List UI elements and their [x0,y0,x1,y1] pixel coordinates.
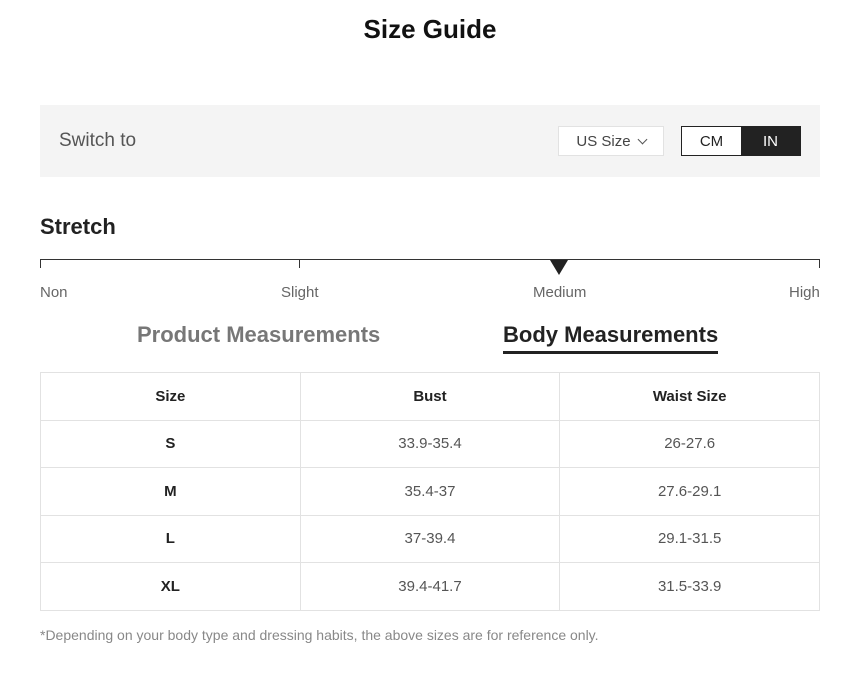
waist-cell: 27.6-29.1 [559,467,820,516]
stretch-scale [40,259,820,275]
chevron-down-icon [637,134,648,144]
column-header-waist: Waist Size [559,372,820,421]
size-system-value: US Size [576,132,631,150]
unit-toggle: CM IN [681,126,801,156]
tab-body-measurements[interactable]: Body Measurements [503,322,719,354]
size-table: Size Bust Waist Size S 33.9-35.4 26-27.6… [40,372,820,611]
stretch-tick [40,259,41,268]
waist-cell: 29.1-31.5 [559,514,820,563]
table-row: M 35.4-37 27.6-29.1 [40,467,820,516]
column-header-bust: Bust [299,372,561,421]
table-row: XL 39.4-41.7 31.5-33.9 [40,562,820,611]
stretch-level-medium: Medium [533,284,587,301]
bust-cell: 37-39.4 [299,514,561,563]
stretch-scale-line [40,259,820,260]
table-row: L 37-39.4 29.1-31.5 [40,514,820,563]
page-title: Size Guide [363,14,497,44]
unit-cm-button[interactable]: CM [682,127,741,155]
table-header-row: Size Bust Waist Size [40,372,820,421]
switch-label: Switch to [59,130,137,151]
tab-product-measurements[interactable]: Product Measurements [137,322,380,348]
table-row: S 33.9-35.4 26-27.6 [40,419,820,468]
footnote: *Depending on your body type and dressin… [40,627,599,643]
stretch-marker-icon [550,260,568,275]
bust-cell: 39.4-41.7 [299,562,561,611]
size-cell: XL [40,562,301,611]
stretch-tick [819,259,820,268]
unit-switch-bar: Switch to US Size CM IN [40,105,820,177]
bust-cell: 35.4-37 [299,467,561,516]
stretch-level-high: High [789,284,820,301]
waist-cell: 31.5-33.9 [559,562,820,611]
stretch-level-non: Non [40,284,68,301]
unit-in-button[interactable]: IN [741,127,800,155]
stretch-level-slight: Slight [281,284,319,301]
stretch-title: Stretch [40,214,116,239]
size-cell: S [40,419,301,468]
column-header-size: Size [40,372,301,421]
waist-cell: 26-27.6 [559,419,820,468]
stretch-tick [299,259,300,268]
size-cell: M [40,467,301,516]
bust-cell: 33.9-35.4 [299,419,561,468]
size-system-dropdown[interactable]: US Size [558,126,664,156]
size-cell: L [40,514,301,563]
